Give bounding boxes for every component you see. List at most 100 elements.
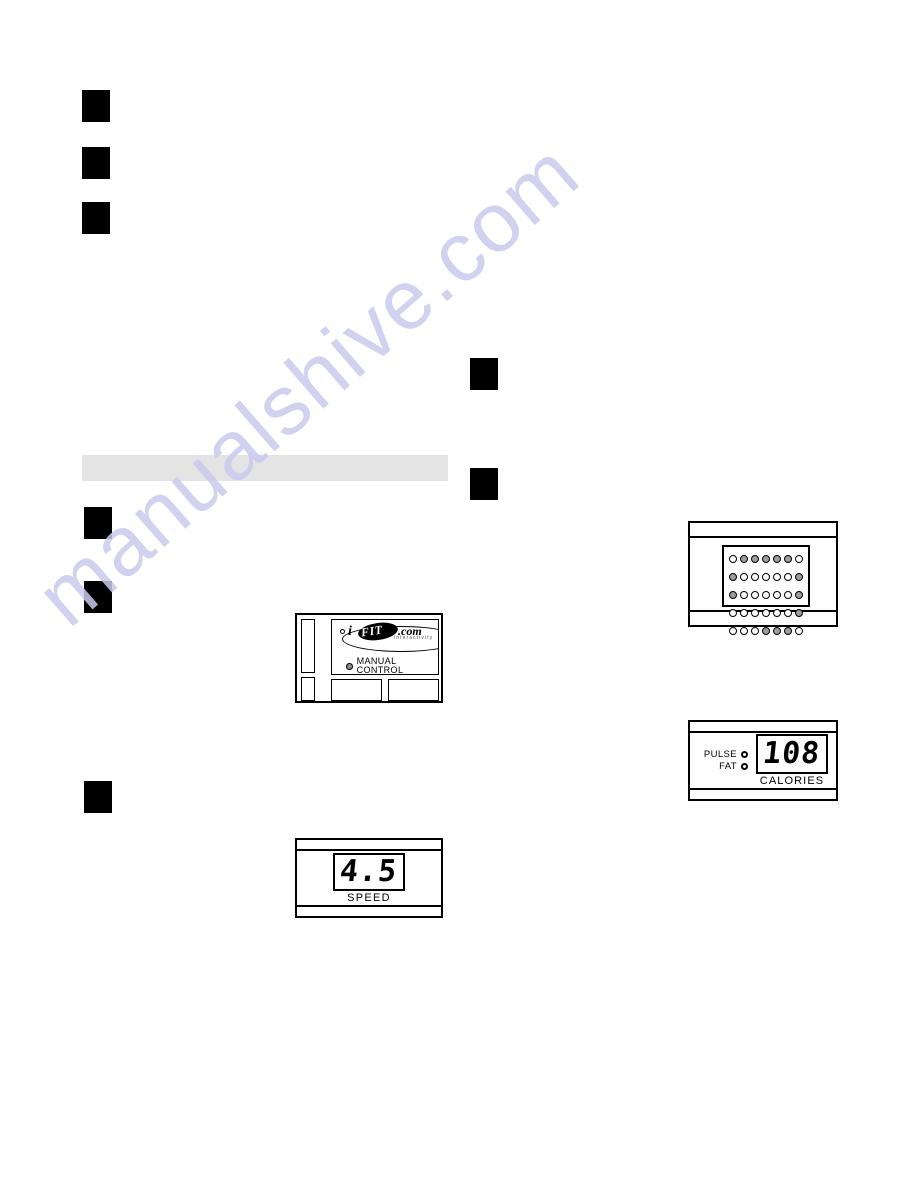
matrix-grid-window <box>722 545 810 635</box>
matrix-cell <box>783 568 794 586</box>
matrix-frame-top-divider <box>690 536 836 538</box>
matrix-dot-off-icon <box>773 591 782 599</box>
matrix-cell <box>794 586 805 604</box>
console-button-right[interactable] <box>388 679 439 701</box>
matrix-dot-off-icon <box>728 555 737 563</box>
matrix-dot-on-icon <box>761 555 770 563</box>
matrix-row <box>727 550 805 568</box>
matrix-dot-on-icon <box>773 555 782 563</box>
matrix-cell <box>749 604 760 622</box>
matrix-dot-on-icon <box>784 627 793 635</box>
manual-page: i FIT .com interactivity MANUAL CONTROL <box>0 0 918 1188</box>
matrix-cell <box>738 568 749 586</box>
speed-value: 4.5 <box>338 853 400 889</box>
matrix-dot-off-icon <box>773 609 782 617</box>
ifit-console-figure: i FIT .com interactivity MANUAL CONTROL <box>295 613 443 703</box>
matrix-row <box>727 604 805 622</box>
matrix-cell <box>760 622 771 640</box>
matrix-cell <box>727 604 738 622</box>
matrix-dot-off-icon <box>750 573 759 581</box>
matrix-dot-grid <box>727 550 805 640</box>
speed-segment-window: 4.5 <box>333 852 405 891</box>
step-marker-7 <box>84 581 112 613</box>
matrix-dot-on-icon <box>761 627 770 635</box>
console-button-row <box>331 679 439 701</box>
console-left-slot-upper <box>301 619 315 673</box>
step-marker-6 <box>84 507 112 539</box>
matrix-dot-on-icon <box>773 627 782 635</box>
pulse-indicator-row: PULSE <box>694 750 748 760</box>
console-left-panel <box>301 619 327 701</box>
manual-control-row: MANUAL CONTROL <box>346 656 438 675</box>
matrix-dot-on-icon <box>795 573 804 581</box>
pulse-label: PULSE <box>703 749 737 760</box>
matrix-cell <box>794 622 805 640</box>
matrix-dot-off-icon <box>750 609 759 617</box>
matrix-dot-off-icon <box>739 591 748 599</box>
matrix-cell <box>727 586 738 604</box>
step-marker-2 <box>82 147 110 179</box>
matrix-cell <box>783 604 794 622</box>
matrix-cell <box>738 604 749 622</box>
matrix-cell <box>760 604 771 622</box>
matrix-cell <box>783 622 794 640</box>
matrix-dot-off-icon <box>761 609 770 617</box>
matrix-dot-on-icon <box>728 573 737 581</box>
matrix-dot-off-icon <box>795 627 804 635</box>
calories-value: 108 <box>761 736 823 771</box>
manual-control-label: MANUAL CONTROL <box>356 656 404 675</box>
section-heading-bar <box>82 455 448 481</box>
dot-matrix-display-figure <box>688 521 838 635</box>
matrix-cell <box>783 550 794 568</box>
matrix-cell <box>760 550 771 568</box>
matrix-dot-off-icon <box>750 627 759 635</box>
calories-caption: CALORIES <box>759 775 825 787</box>
matrix-dot-off-icon <box>784 609 793 617</box>
fat-label: FAT <box>719 760 737 772</box>
matrix-cell <box>794 550 805 568</box>
ifit-logo-dot-icon <box>340 629 345 634</box>
calories-indicator-group: PULSE FAT <box>690 748 748 773</box>
fat-indicator-row: FAT <box>694 760 748 772</box>
matrix-cell <box>749 568 760 586</box>
matrix-row <box>727 586 805 604</box>
matrix-cell <box>783 586 794 604</box>
matrix-dot-on-icon <box>795 609 804 617</box>
matrix-cell <box>727 622 738 640</box>
console-left-slot-lower <box>301 677 315 701</box>
ifit-logo-prefix: i <box>348 624 352 639</box>
matrix-dot-off-icon <box>784 591 793 599</box>
matrix-row <box>727 622 805 640</box>
matrix-cell <box>772 604 783 622</box>
calories-segment-window: 108 <box>756 734 828 774</box>
matrix-cell <box>727 550 738 568</box>
ifit-logo-tagline: interactivity <box>394 635 434 641</box>
matrix-dot-off-icon <box>728 609 737 617</box>
matrix-cell <box>749 622 760 640</box>
calories-frame-bottom-divider <box>690 788 836 790</box>
matrix-dot-off-icon <box>761 591 770 599</box>
matrix-dot-off-icon <box>739 573 748 581</box>
speed-frame-bottom-divider <box>297 905 441 907</box>
matrix-dot-on-icon <box>750 555 759 563</box>
matrix-dot-on-icon <box>739 555 748 563</box>
console-main-panel: i FIT .com interactivity MANUAL CONTROL <box>331 619 439 675</box>
matrix-dot-off-icon <box>773 573 782 581</box>
matrix-dot-off-icon <box>739 609 748 617</box>
manual-control-led-icon <box>346 662 353 670</box>
matrix-dot-on-icon <box>795 591 804 599</box>
ifit-logo-badge-text: FIT <box>360 622 384 640</box>
step-marker-8 <box>84 781 112 813</box>
matrix-cell <box>772 550 783 568</box>
matrix-dot-on-icon <box>784 555 793 563</box>
matrix-cell <box>738 622 749 640</box>
matrix-dot-on-icon <box>728 591 737 599</box>
step-marker-5 <box>470 468 498 500</box>
matrix-dot-off-icon <box>761 573 770 581</box>
matrix-dot-off-icon <box>739 627 748 635</box>
console-button-left[interactable] <box>331 679 382 701</box>
matrix-cell <box>727 568 738 586</box>
matrix-cell <box>738 550 749 568</box>
matrix-cell <box>772 568 783 586</box>
fat-led-icon <box>741 762 748 770</box>
